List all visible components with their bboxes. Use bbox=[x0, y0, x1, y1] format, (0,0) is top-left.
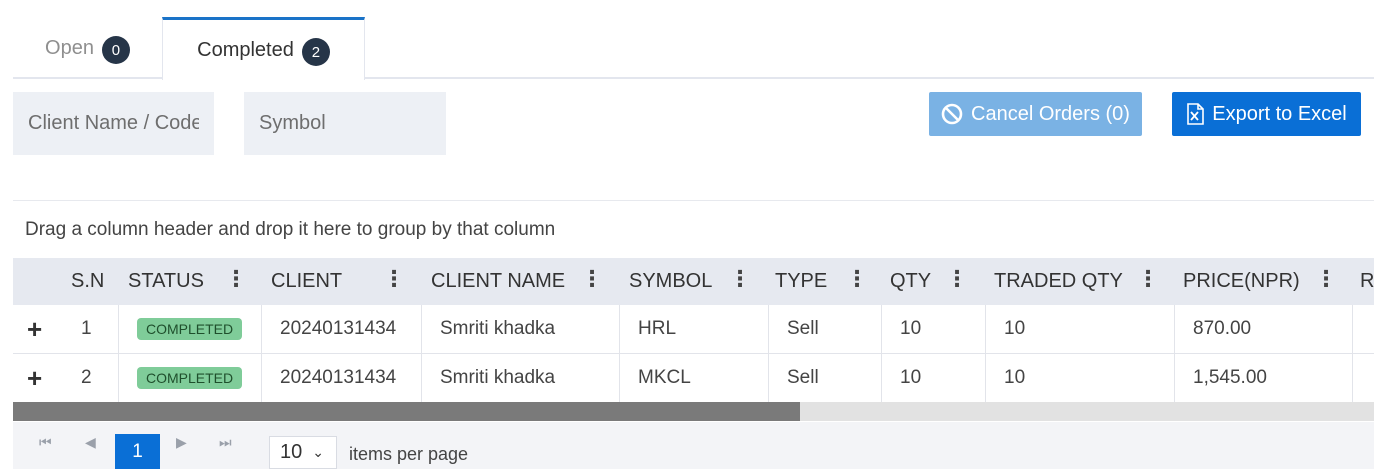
expand-row-button[interactable]: + bbox=[13, 354, 63, 402]
traded-qty-cell: 10 bbox=[985, 354, 1174, 402]
column-header-price[interactable]: PRICE(NPR) ⋮ bbox=[1183, 258, 1337, 305]
column-menu-icon[interactable]: ⋮ bbox=[225, 268, 247, 290]
excel-file-icon bbox=[1186, 103, 1205, 125]
next-page-icon[interactable]: ▶ bbox=[176, 434, 187, 451]
column-menu-icon[interactable]: ⋮ bbox=[581, 268, 603, 290]
column-header-status[interactable]: STATUS ⋮ bbox=[128, 258, 247, 305]
tab-completed[interactable]: Completed 2 bbox=[162, 17, 365, 80]
table-row[interactable]: + 2 COMPLETED 20240131434 Smriti khadka … bbox=[13, 354, 1374, 403]
horizontal-scrollbar[interactable] bbox=[13, 402, 1374, 421]
export-to-excel-label: Export to Excel bbox=[1212, 102, 1347, 125]
price-cell: 1,545.00 bbox=[1174, 354, 1352, 402]
status-cell: COMPLETED bbox=[118, 354, 261, 402]
sn-cell: 2 bbox=[81, 367, 92, 388]
tab-open[interactable]: Open 0 bbox=[13, 17, 162, 79]
tab-completed-count-badge: 2 bbox=[301, 38, 330, 66]
client-name-cell: Smriti khadka bbox=[421, 305, 619, 353]
first-page-icon[interactable]: ⏮ bbox=[39, 434, 52, 451]
r-cell bbox=[1352, 354, 1374, 402]
orders-grid: S.N STATUS ⋮ CLIENT ⋮ CLIENT NAME ⋮ SYMBOL ⋮… bbox=[13, 258, 1374, 422]
order-tabs: Open 0 Completed 2 bbox=[13, 17, 1374, 80]
column-menu-icon[interactable]: ⋮ bbox=[946, 268, 968, 290]
pager: ⏮ ◀ 1 ▶ ⏭ 10 ⌄ items per page bbox=[13, 422, 1374, 469]
column-header-traded-qty[interactable]: TRADED QTY ⋮ bbox=[994, 258, 1159, 305]
page-button-current[interactable]: 1 bbox=[115, 434, 160, 469]
status-badge: COMPLETED bbox=[137, 367, 243, 389]
r-cell bbox=[1352, 305, 1374, 353]
chevron-down-icon: ⌄ bbox=[312, 444, 324, 460]
qty-cell: 10 bbox=[881, 305, 985, 353]
cancel-icon bbox=[941, 103, 963, 125]
column-menu-icon[interactable]: ⋮ bbox=[1137, 268, 1159, 290]
status-badge: COMPLETED bbox=[137, 318, 243, 340]
items-per-page-label: items per page bbox=[349, 444, 469, 464]
column-header-type[interactable]: TYPE ⋮ bbox=[775, 258, 868, 305]
scrollbar-thumb[interactable] bbox=[13, 402, 800, 421]
export-to-excel-button[interactable]: Export to Excel bbox=[1172, 92, 1361, 136]
expand-row-button[interactable]: + bbox=[13, 305, 63, 353]
tab-open-count-badge: 0 bbox=[101, 36, 130, 64]
symbol-input[interactable] bbox=[244, 92, 446, 155]
grid-header: S.N STATUS ⋮ CLIENT ⋮ CLIENT NAME ⋮ SYMBOL ⋮… bbox=[13, 258, 1374, 305]
client-cell: 20240131434 bbox=[261, 354, 421, 402]
type-cell: Sell bbox=[768, 305, 881, 353]
symbol-cell: MKCL bbox=[619, 354, 768, 402]
column-header-client-name[interactable]: CLIENT NAME ⋮ bbox=[431, 258, 603, 305]
column-menu-icon[interactable]: ⋮ bbox=[846, 268, 868, 290]
column-header-qty[interactable]: QTY ⋮ bbox=[890, 258, 968, 305]
column-menu-icon[interactable]: ⋮ bbox=[1315, 268, 1337, 290]
status-cell: COMPLETED bbox=[118, 305, 261, 353]
client-name-cell: Smriti khadka bbox=[421, 354, 619, 402]
page-size-select[interactable]: 10 ⌄ bbox=[269, 436, 337, 469]
traded-qty-cell: 10 bbox=[985, 305, 1174, 353]
column-header-sn[interactable]: S.N bbox=[71, 258, 104, 305]
last-page-icon[interactable]: ⏭ bbox=[219, 434, 232, 451]
qty-cell: 10 bbox=[881, 354, 985, 402]
page-size-value: 10 bbox=[280, 441, 303, 463]
type-cell: Sell bbox=[768, 354, 881, 402]
column-menu-icon[interactable]: ⋮ bbox=[729, 268, 751, 290]
group-by-hint: Drag a column header and drop it here to… bbox=[25, 218, 556, 240]
tab-completed-label: Completed bbox=[197, 38, 294, 61]
table-row[interactable]: + 1 COMPLETED 20240131434 Smriti khadka … bbox=[13, 305, 1374, 354]
cancel-orders-label: Cancel Orders (0) bbox=[971, 102, 1130, 125]
price-cell: 870.00 bbox=[1174, 305, 1352, 353]
symbol-cell: HRL bbox=[619, 305, 768, 353]
previous-page-icon[interactable]: ◀ bbox=[85, 434, 96, 451]
tab-open-label: Open bbox=[45, 36, 94, 59]
column-header-symbol[interactable]: SYMBOL ⋮ bbox=[629, 258, 751, 305]
client-cell: 20240131434 bbox=[261, 305, 421, 353]
plus-icon: + bbox=[27, 313, 43, 344]
column-header-r[interactable]: R bbox=[1360, 258, 1374, 305]
client-name-code-input[interactable] bbox=[13, 92, 214, 155]
column-header-client[interactable]: CLIENT ⋮ bbox=[271, 258, 405, 305]
sn-cell: 1 bbox=[81, 318, 92, 339]
cancel-orders-button[interactable]: Cancel Orders (0) bbox=[929, 92, 1142, 136]
plus-icon: + bbox=[27, 362, 43, 393]
column-menu-icon[interactable]: ⋮ bbox=[383, 268, 405, 290]
group-by-drop-zone[interactable]: Drag a column header and drop it here to… bbox=[13, 200, 1374, 258]
